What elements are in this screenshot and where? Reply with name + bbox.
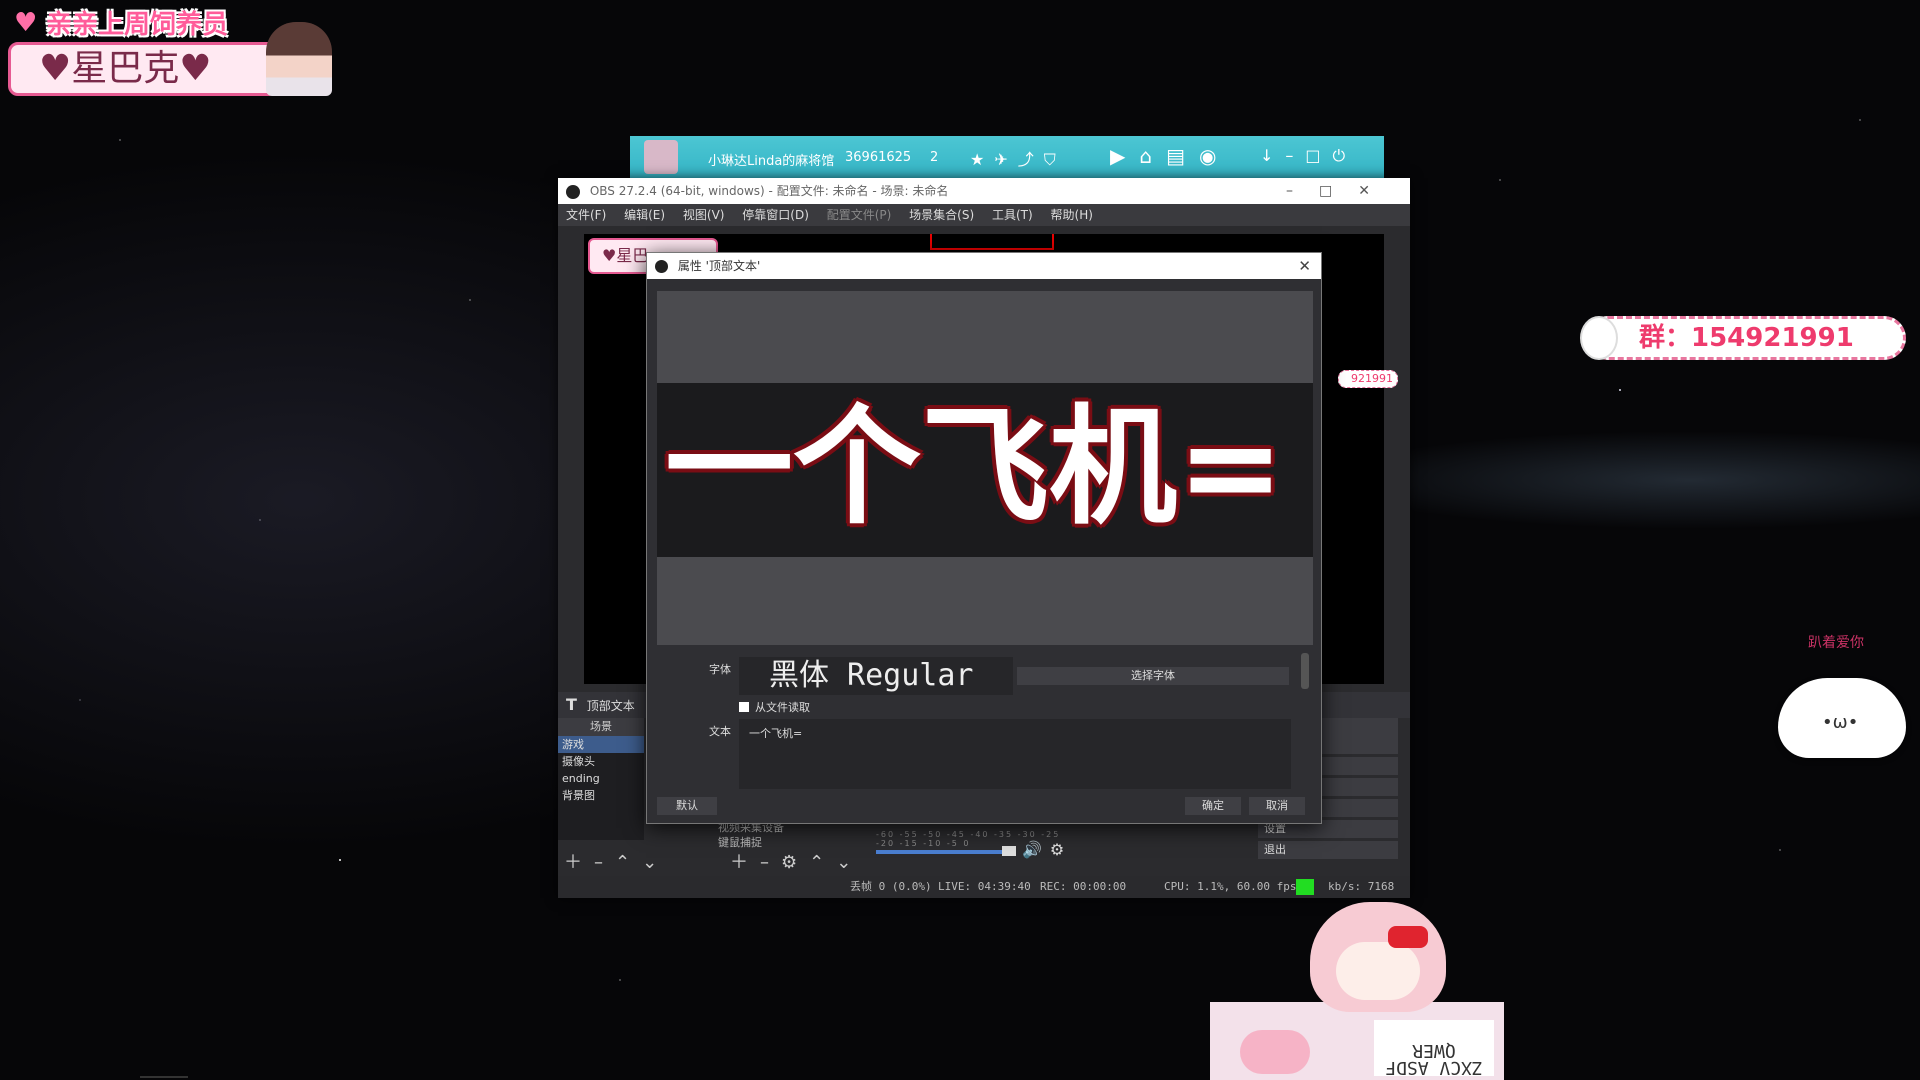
sources-list: 视频采集设备 键鼠捕捉 (718, 820, 868, 850)
live-toolbar: 小琳达Linda的麻将馆 36961625 2 ★✈⤴⛉ ▶⌂▤◉ ↓–□⏻ (630, 136, 1384, 178)
menu-help[interactable]: 帮助(H) (1051, 208, 1093, 222)
volume-knob[interactable] (1002, 846, 1016, 856)
text-source-icon: T (566, 695, 577, 714)
obs-menubar: 文件(F) 编辑(E) 视图(V) 停靠窗口(D) 配置文件(P) 场景集合(S… (558, 204, 1410, 226)
character-face (1336, 942, 1420, 1000)
font-display: 黑体 Regular (739, 657, 1013, 695)
obs-title-text: OBS 27.2.4 (64-bit, windows) - 配置文件: 未命名… (589, 184, 949, 198)
selection-box[interactable] (930, 234, 1054, 250)
obs-titlebar: OBS 27.2.4 (64-bit, windows) - 配置文件: 未命名… (558, 178, 1410, 204)
dialog-titlebar: 属性 '顶部文本' ✕ (647, 253, 1321, 279)
dialog-title: 属性 '顶部文本' (677, 259, 761, 273)
anime-avatar (266, 22, 332, 96)
menu-scene-collection[interactable]: 场景集合(S) (909, 208, 974, 222)
status-bar: 丢帧 0 (0.0%) LIVE: 04:39:40 REC: 00:00:00… (558, 876, 1410, 898)
source-name: 顶部文本 (586, 699, 635, 713)
live-time: LIVE: 04:39:40 (938, 880, 1031, 893)
scene-item[interactable]: 摄像头 (558, 753, 644, 770)
streamer-avatar[interactable] (644, 140, 678, 174)
menu-profile[interactable]: 配置文件(P) (827, 208, 892, 222)
obs-logo-icon (655, 260, 668, 273)
obs-logo-icon (566, 184, 580, 199)
exit-button[interactable]: 退出 (1258, 841, 1398, 859)
text-preview: 一个飞机= (657, 291, 1313, 645)
room-id: 36961625 (845, 150, 912, 165)
font-label: 字体 (709, 663, 731, 676)
qq-group-banner: 群：154921991 (1586, 316, 1906, 360)
ok-button[interactable]: 确定 (1185, 797, 1241, 815)
audio-mixer: -60 -55 -50 -45 -40 -35 -30 -25 -20 -15 … (876, 828, 1076, 874)
supporter-badge: ♥ 亲亲上周饲养员 ♥星巴克♥ (4, 8, 332, 96)
keyboard-keys: ZXCV ASDF QWER (1374, 1020, 1494, 1078)
taskbar-sliver (140, 1076, 188, 1078)
text-label: 文本 (709, 725, 731, 738)
scenes-header: 场景 (558, 718, 644, 736)
read-from-file-label: 从文件读取 (755, 701, 810, 714)
dropped-frames: 丢帧 0 (0.0%) (850, 880, 932, 893)
bunny-icon (1580, 316, 1618, 360)
scene-item[interactable]: ending (558, 770, 644, 787)
text-input[interactable]: 一个飞机= (739, 719, 1291, 789)
select-font-button[interactable]: 选择字体 (1017, 667, 1289, 685)
blob-caption: 趴着爱你 (1808, 635, 1864, 651)
properties-dialog: 属性 '顶部文本' ✕ 一个飞机= 字体 黑体 Regular 选择字体 从文件… (646, 252, 1322, 824)
bitrate: kb/s: 7168 (1328, 880, 1395, 893)
scene-item[interactable]: 背景图 (558, 787, 644, 804)
badge-name: ♥星巴克♥ (8, 42, 278, 96)
nav-icons[interactable]: ▶⌂▤◉ (1110, 144, 1230, 168)
close-icon[interactable]: ✕ (1298, 253, 1311, 279)
mochi-mascot: •ω• (1778, 678, 1906, 758)
dialog-scrollbar[interactable] (1301, 653, 1309, 689)
speaker-icon[interactable]: 🔊⚙ (1022, 840, 1072, 859)
streamer-name: 小琳达Linda的麻将馆 (708, 154, 835, 169)
bow-icon (1388, 926, 1428, 948)
menu-docks[interactable]: 停靠窗口(D) (742, 208, 809, 222)
preview-text: 一个飞机= (665, 393, 1285, 542)
menu-tools[interactable]: 工具(T) (992, 208, 1033, 222)
rec-time: REC: 00:00:00 (1040, 880, 1127, 893)
menu-file[interactable]: 文件(F) (566, 208, 606, 222)
cpu-fps: CPU: 1.1%, 60.00 fps (1164, 880, 1297, 893)
vtuber-character: ZXCV ASDF QWER (1210, 902, 1504, 1080)
window-controls[interactable]: ↓–□⏻ (1260, 146, 1357, 166)
preview-qq: 921991 (1338, 370, 1398, 388)
volume-slider[interactable] (876, 850, 1006, 854)
mascot-face: •ω• (1822, 712, 1859, 733)
fan-count: 2 (930, 150, 939, 165)
source-tools[interactable]: ＋–⚙⌃⌄ (730, 848, 863, 874)
paw-icon (1240, 1030, 1310, 1074)
menu-view[interactable]: 视图(V) (683, 208, 725, 222)
defaults-button[interactable]: 默认 (657, 797, 717, 815)
scene-item[interactable]: 游戏 (558, 736, 644, 753)
read-from-file-checkbox[interactable] (739, 702, 749, 712)
preview-strip: 一个飞机= (657, 383, 1313, 557)
action-icons[interactable]: ★✈⤴⛉ (970, 146, 1066, 170)
scene-tools[interactable]: ＋–⌃⌄ (564, 848, 669, 874)
cancel-button[interactable]: 取消 (1249, 797, 1305, 815)
health-indicator (1296, 879, 1314, 895)
scenes-list: 游戏 摄像头 ending 背景图 (558, 736, 644, 840)
menu-edit[interactable]: 编辑(E) (624, 208, 665, 222)
badge-title: 亲亲上周饲养员 (46, 10, 229, 40)
obs-window-controls[interactable]: –□✕ (1286, 178, 1396, 204)
